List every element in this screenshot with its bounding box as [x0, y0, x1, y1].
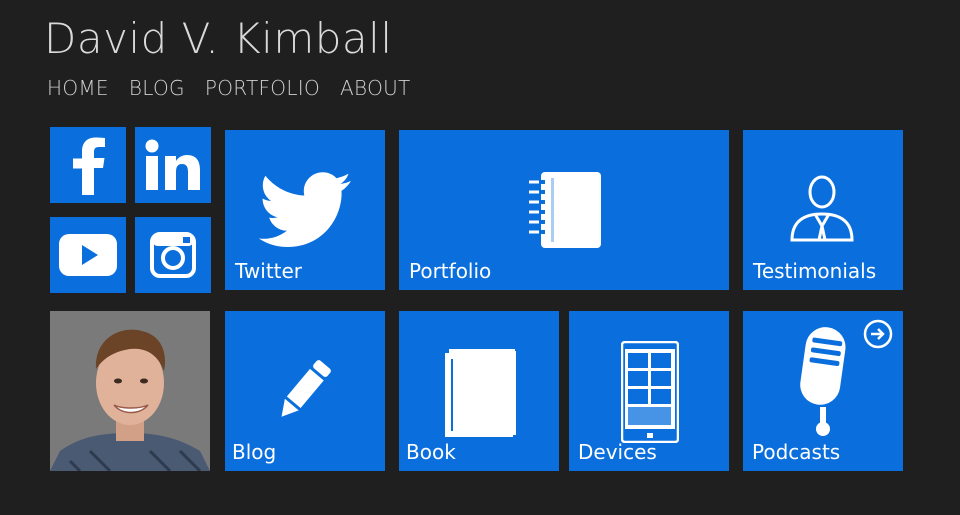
site-title[interactable]: David V. Kimball: [44, 14, 393, 63]
phone-icon: [621, 341, 679, 443]
youtube-icon: [59, 234, 117, 276]
blog-tile[interactable]: Blog: [225, 311, 385, 471]
instagram-tile[interactable]: [135, 217, 211, 293]
podcasts-tile[interactable]: Podcasts: [743, 311, 903, 471]
twitter-bird-icon: [259, 172, 351, 247]
nav-home[interactable]: HOME: [47, 76, 109, 100]
nav-blog[interactable]: BLOG: [129, 76, 185, 100]
book-tile[interactable]: Book: [399, 311, 559, 471]
instagram-icon: [150, 232, 196, 278]
facebook-tile[interactable]: [50, 127, 126, 203]
testimonials-label: Testimonials: [753, 259, 877, 283]
pencil-icon: [281, 360, 331, 417]
person-icon: [790, 175, 854, 242]
devices-label: Devices: [578, 440, 657, 464]
microphone-icon: [800, 327, 846, 436]
twitter-tile[interactable]: Twitter: [225, 130, 385, 290]
book-icon: [445, 349, 516, 437]
nav-about[interactable]: ABOUT: [340, 76, 411, 100]
nav-portfolio[interactable]: PORTFOLIO: [205, 76, 320, 100]
notebook-icon: [529, 172, 601, 248]
portfolio-label: Portfolio: [409, 259, 492, 283]
portfolio-tile[interactable]: Portfolio: [399, 130, 729, 290]
facebook-icon: [73, 137, 105, 195]
youtube-tile[interactable]: [50, 217, 126, 293]
book-label: Book: [406, 440, 456, 464]
main-nav: HOME BLOG PORTFOLIO ABOUT: [47, 76, 411, 100]
twitter-label: Twitter: [235, 259, 303, 283]
avatar: [50, 311, 210, 471]
testimonials-tile[interactable]: Testimonials: [743, 130, 903, 290]
arrow-right-circle-icon[interactable]: [863, 319, 893, 349]
profile-photo: [50, 311, 210, 471]
linkedin-tile[interactable]: [135, 127, 211, 203]
blog-label: Blog: [232, 440, 277, 464]
devices-tile[interactable]: Devices: [569, 311, 729, 471]
podcasts-label: Podcasts: [752, 440, 841, 464]
linkedin-icon: [145, 139, 200, 190]
